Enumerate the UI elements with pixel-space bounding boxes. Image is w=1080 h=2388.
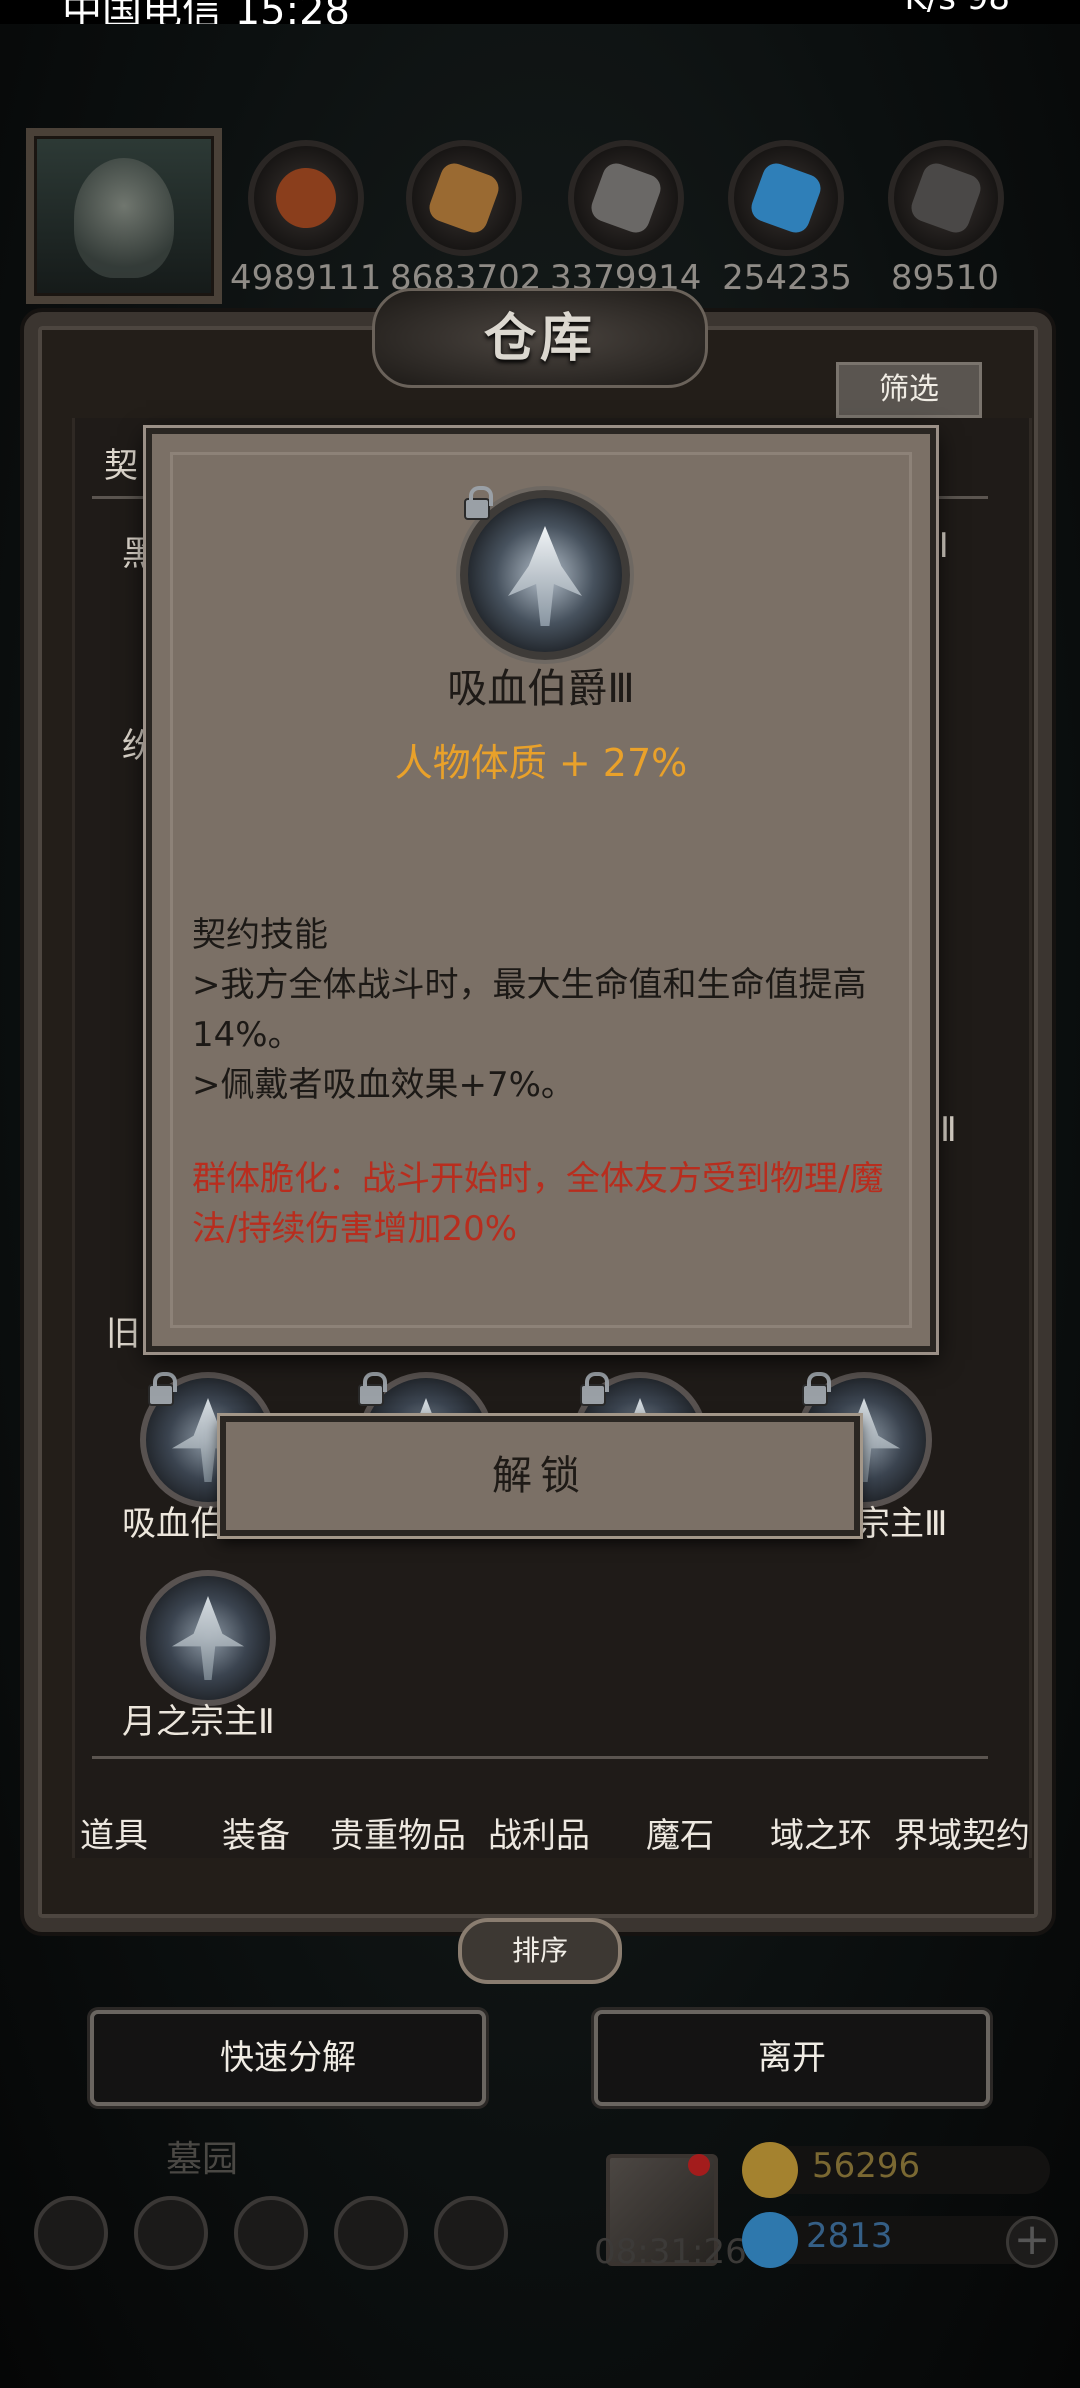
special-effect: 群体脆化：战斗开始时，全体友方受到物理/魔法/持续伤害增加20% xyxy=(192,1159,884,1249)
contract-detail-popup: 吸血伯爵Ⅲ 人物体质 + 27% 契约技能 >我方全体战斗时，最大生命值和生命值… xyxy=(146,428,936,1352)
contract-name: 吸血伯爵Ⅲ xyxy=(447,666,635,712)
unlock-button[interactable]: 解锁 xyxy=(220,1416,860,1536)
skill-line: >我方全体战斗时，最大生命值和生命值提高14%。 xyxy=(192,965,867,1055)
lock-icon xyxy=(464,486,493,520)
vampire-glyph xyxy=(508,526,582,626)
contract-stat: 人物体质 + 27% xyxy=(394,741,688,785)
skill-description: 契约技能 >我方全体战斗时，最大生命值和生命值提高14%。 >佩戴者吸血效果+7… xyxy=(192,910,912,1110)
skill-line: >佩戴者吸血效果+7%。 xyxy=(192,1065,575,1105)
skill-title: 契约技能 xyxy=(192,915,328,955)
